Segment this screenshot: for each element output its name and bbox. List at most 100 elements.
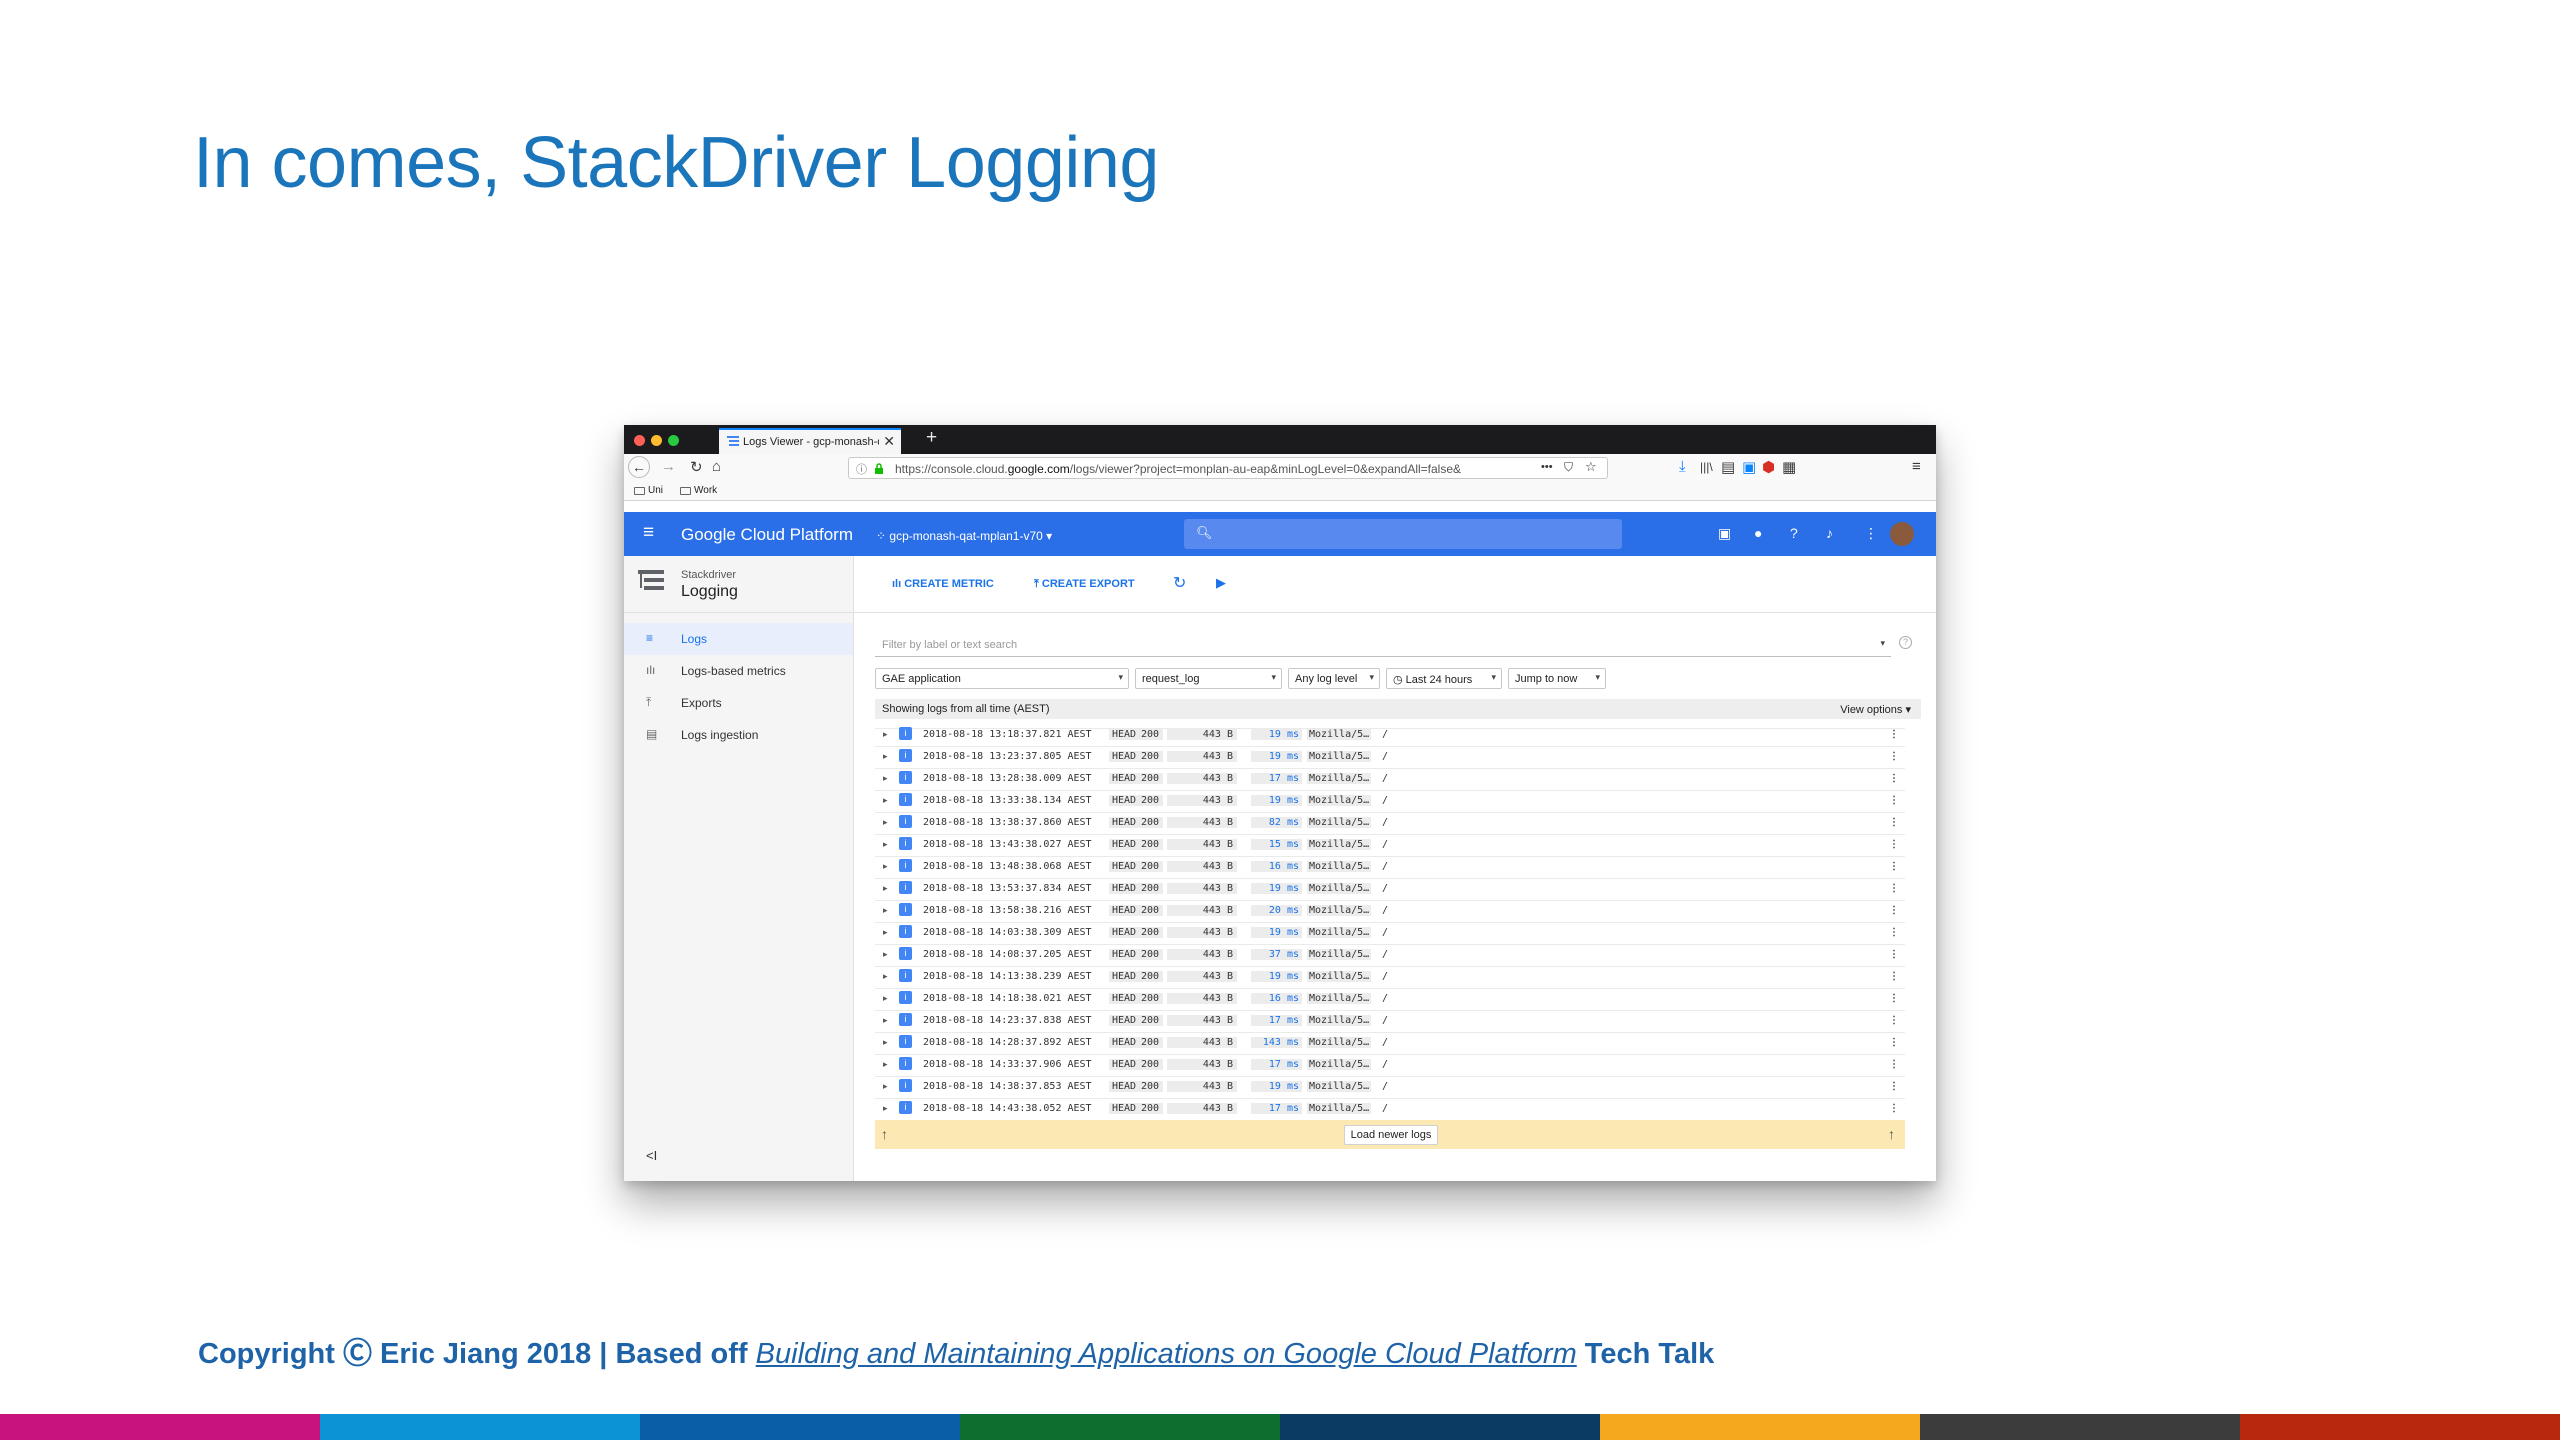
log-row[interactable]: ▸ i 2018-08-18 13:33:38.134 AEST HEAD 200 443…	[875, 790, 1905, 813]
expand-icon[interactable]: ▸	[883, 927, 888, 938]
log-row[interactable]: ▸ i 2018-08-18 14:08:37.205 AEST HEAD 200 443…	[875, 944, 1905, 967]
more-vert-icon[interactable]: ⋮	[1889, 1059, 1899, 1070]
gcp-brand[interactable]: Google Cloud Platform	[681, 525, 853, 545]
sidebar-item-exports[interactable]: ⤒ Exports	[624, 687, 853, 719]
resource-dropdown[interactable]: GAE application ▾	[875, 668, 1129, 689]
more-vert-icon[interactable]: ⋮	[1889, 927, 1899, 938]
more-vert-icon[interactable]: ⋮	[1889, 817, 1899, 828]
sidebar-item-logs[interactable]: ≡ Logs	[624, 623, 853, 655]
hamburger-menu-icon[interactable]: ≡	[1912, 458, 1921, 475]
more-vert-icon[interactable]: ⋮	[1889, 905, 1899, 916]
chevron-down-icon[interactable]: ▾	[1880, 638, 1885, 649]
log-row[interactable]: ▸ i 2018-08-18 13:58:38.216 AEST HEAD 200 443…	[875, 900, 1905, 923]
minimize-window-dot[interactable]	[651, 435, 662, 446]
expand-icon[interactable]: ▸	[883, 861, 888, 872]
more-vert-icon[interactable]: ⋮	[1889, 971, 1899, 982]
log-row[interactable]: ▸ i 2018-08-18 14:43:38.052 AEST HEAD 200 443…	[875, 1098, 1905, 1121]
avatar[interactable]	[1890, 522, 1914, 546]
log-row[interactable]: ▸ i 2018-08-18 13:43:38.027 AEST HEAD 200 443…	[875, 834, 1905, 857]
notifications-icon[interactable]: ♪	[1826, 525, 1833, 541]
log-row[interactable]: ▸ i 2018-08-18 13:28:38.009 AEST HEAD 200 443…	[875, 768, 1905, 791]
load-newer-logs-button[interactable]: Load newer logs	[1344, 1125, 1438, 1145]
more-vert-icon[interactable]: ⋮	[1889, 1081, 1899, 1092]
more-vert-icon[interactable]: ⋮	[1889, 861, 1899, 872]
home-icon[interactable]: ⌂	[712, 458, 721, 475]
refresh-icon[interactable]: ↻	[1173, 573, 1186, 593]
log-row[interactable]: ▸ i 2018-08-18 13:53:37.834 AEST HEAD 200 443…	[875, 878, 1905, 901]
expand-icon[interactable]: ▸	[883, 993, 888, 1004]
search-input[interactable]: 🔍︎	[1184, 519, 1622, 549]
sidebar-item-logs-based-metrics[interactable]: ılı Logs-based metrics	[624, 655, 853, 687]
page-actions-icon[interactable]: •••	[1541, 461, 1553, 473]
nav-menu-icon[interactable]: ≡	[643, 522, 654, 544]
more-vert-icon[interactable]: ⋮	[1889, 949, 1899, 960]
more-vert-icon[interactable]: ⋮	[1864, 525, 1878, 542]
more-vert-icon[interactable]: ⋮	[1889, 1015, 1899, 1026]
log-row[interactable]: ▸ i 2018-08-18 13:23:37.805 AEST HEAD 200 443…	[875, 746, 1905, 769]
more-vert-icon[interactable]: ⋮	[1889, 751, 1899, 762]
pocket-icon[interactable]: ⛉	[1564, 460, 1573, 475]
log-row[interactable]: ▸ i 2018-08-18 14:33:37.906 AEST HEAD 200 443…	[875, 1054, 1905, 1077]
expand-icon[interactable]: ▸	[883, 1103, 888, 1114]
log-row[interactable]: ▸ i 2018-08-18 14:28:37.892 AEST HEAD 200 443…	[875, 1032, 1905, 1055]
log-row[interactable]: ▸ i 2018-08-18 14:23:37.838 AEST HEAD 200 443…	[875, 1010, 1905, 1033]
expand-icon[interactable]: ▸	[883, 795, 888, 806]
log-name-dropdown[interactable]: request_log ▾	[1135, 668, 1282, 689]
close-window-dot[interactable]	[634, 435, 645, 446]
collapse-sidebar-icon[interactable]: <I	[646, 1148, 657, 1163]
bookmark-folder-uni[interactable]: Uni	[634, 485, 663, 496]
feedback-icon[interactable]: ●	[1754, 525, 1762, 541]
bookmark-folder-work[interactable]: Work	[680, 485, 717, 496]
url-bar[interactable]: ⓘ https://console.cloud.google.com/logs/…	[848, 457, 1608, 479]
jump-to-now-dropdown[interactable]: Jump to now ▾	[1508, 668, 1606, 689]
more-vert-icon[interactable]: ⋮	[1889, 993, 1899, 1004]
arrow-up-icon[interactable]: ↑	[1888, 1126, 1895, 1142]
create-export-button[interactable]: ⤒ CREATE EXPORT	[1034, 578, 1135, 591]
log-row[interactable]: ▸ i 2018-08-18 13:48:38.068 AEST HEAD 200 443…	[875, 856, 1905, 879]
log-row[interactable]: ▸ i 2018-08-18 14:38:37.853 AEST HEAD 200 443…	[875, 1076, 1905, 1099]
project-selector[interactable]: ⁘ gcp-monash-qat-mplan1-v70 ▾	[876, 529, 1052, 543]
more-vert-icon[interactable]: ⋮	[1889, 729, 1899, 740]
back-icon[interactable]: ←	[628, 456, 650, 478]
info-icon[interactable]: ⓘ	[856, 461, 867, 477]
more-vert-icon[interactable]: ⋮	[1889, 795, 1899, 806]
help-icon[interactable]: ?	[1899, 636, 1912, 649]
log-row[interactable]: ▸ i 2018-08-18 14:13:38.239 AEST HEAD 200 443…	[875, 966, 1905, 989]
expand-icon[interactable]: ▸	[883, 1081, 888, 1092]
expand-icon[interactable]: ▸	[883, 751, 888, 762]
filter-input[interactable]: Filter by label or text search ▾	[875, 634, 1891, 657]
sidebar-item-logs-ingestion[interactable]: ▤ Logs ingestion	[624, 719, 853, 751]
browser-tab[interactable]: Logs Viewer - gcp-monash-qat- ✕	[719, 428, 901, 454]
log-row[interactable]: ▸ i 2018-08-18 13:18:37.821 AEST HEAD 200 443…	[875, 724, 1905, 747]
log-row[interactable]: ▸ i 2018-08-18 14:18:38.021 AEST HEAD 200 443…	[875, 988, 1905, 1011]
footer-talk-link[interactable]: Building and Maintaining Applications on…	[756, 1338, 1577, 1370]
expand-icon[interactable]: ▸	[883, 905, 888, 916]
expand-icon[interactable]: ▸	[883, 839, 888, 850]
expand-icon[interactable]: ▸	[883, 949, 888, 960]
extension-icon[interactable]: ▣	[1742, 458, 1756, 476]
play-stream-icon[interactable]: ▶	[1216, 575, 1226, 591]
time-range-dropdown[interactable]: ◷ Last 24 hours ▾	[1386, 668, 1502, 689]
arrow-up-icon[interactable]: ↑	[881, 1126, 888, 1142]
sidebar-toggle-icon[interactable]: ▤	[1721, 458, 1735, 476]
cloud-shell-icon[interactable]: ▣	[1718, 525, 1731, 542]
maximize-window-dot[interactable]	[668, 435, 679, 446]
log-level-dropdown[interactable]: Any log level ▾	[1288, 668, 1380, 689]
more-vert-icon[interactable]: ⋮	[1889, 839, 1899, 850]
expand-icon[interactable]: ▸	[883, 1059, 888, 1070]
forward-icon[interactable]: →	[661, 458, 676, 475]
download-icon[interactable]: ⤓	[1679, 458, 1686, 475]
log-row[interactable]: ▸ i 2018-08-18 14:03:38.309 AEST HEAD 200 443…	[875, 922, 1905, 945]
more-vert-icon[interactable]: ⋮	[1889, 773, 1899, 784]
new-tab-icon[interactable]: +	[926, 427, 937, 449]
more-vert-icon[interactable]: ⋮	[1889, 1103, 1899, 1114]
expand-icon[interactable]: ▸	[883, 817, 888, 828]
bookmark-star-icon[interactable]: ☆	[1585, 459, 1597, 475]
close-tab-icon[interactable]: ✕	[883, 433, 895, 450]
help-icon[interactable]: ?	[1790, 525, 1798, 541]
expand-icon[interactable]: ▸	[883, 729, 888, 740]
expand-icon[interactable]: ▸	[883, 773, 888, 784]
more-vert-icon[interactable]: ⋮	[1889, 883, 1899, 894]
reload-icon[interactable]: ↻	[690, 458, 703, 476]
library-icon[interactable]: |||\	[1700, 460, 1713, 474]
